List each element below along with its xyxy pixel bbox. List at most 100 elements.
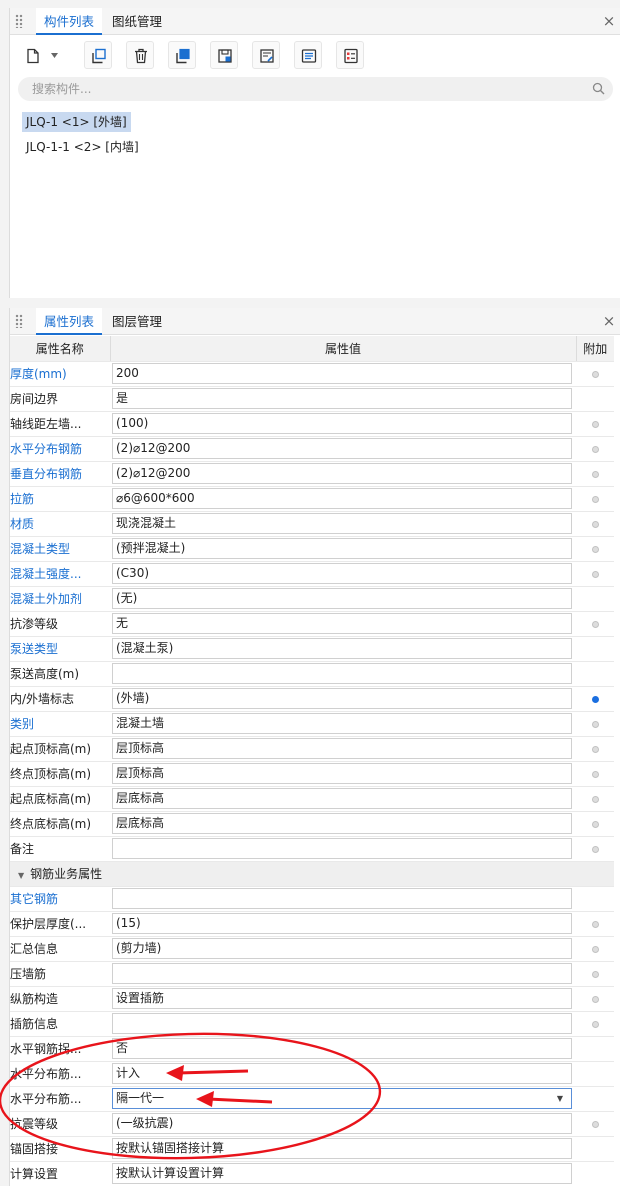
extract-button[interactable] — [252, 41, 280, 69]
extra-checkbox[interactable] — [591, 770, 599, 778]
tab-drawing-management[interactable]: 图纸管理 — [104, 8, 170, 35]
column-header-extra: 附加 — [576, 336, 614, 362]
property-value-field[interactable]: 200 — [112, 363, 572, 384]
property-value-field[interactable]: 是 — [112, 388, 572, 409]
search-input[interactable] — [30, 80, 570, 98]
extra-checkbox[interactable] — [591, 1120, 599, 1128]
property-value-field[interactable]: 层顶标高 — [112, 763, 572, 784]
property-value-field[interactable]: (预拌混凝土) — [112, 538, 572, 559]
extra-checkbox[interactable] — [591, 970, 599, 978]
chevron-down-icon[interactable]: ▼ — [557, 1089, 563, 1108]
property-value-dropdown[interactable]: 隔一代一 ▼ — [112, 1088, 572, 1109]
property-value-field[interactable]: (15) — [112, 913, 572, 934]
group-row-rebar[interactable]: ▼ 钢筋业务属性 — [10, 861, 614, 887]
new-file-icon — [27, 48, 39, 64]
extra-checkbox[interactable] — [591, 545, 599, 553]
extra-checkbox[interactable] — [591, 845, 599, 853]
property-name: 水平分布钢筋 — [10, 436, 110, 462]
property-value-field[interactable]: 层底标高 — [112, 788, 572, 809]
extra-checkbox[interactable] — [591, 445, 599, 453]
save-template-button[interactable] — [210, 41, 238, 69]
table-row: 保护层厚度(... (15) — [10, 911, 614, 937]
collapse-caret-icon[interactable]: ▼ — [18, 871, 24, 880]
search-icon[interactable] — [592, 82, 605, 95]
property-value-field[interactable]: (2)⌀12@200 — [112, 438, 572, 459]
extra-checkbox[interactable] — [591, 420, 599, 428]
property-name: 内/外墙标志 — [10, 686, 110, 712]
extra-checkbox[interactable] — [591, 470, 599, 478]
extra-checkbox[interactable] — [591, 820, 599, 828]
property-value-field[interactable]: 按默认锚固搭接计算 — [112, 1138, 572, 1159]
property-value-field[interactable]: (外墙) — [112, 688, 572, 709]
tab-component-list[interactable]: 构件列表 — [36, 8, 103, 35]
property-name: 抗震等级 — [10, 1111, 110, 1137]
property-value-field[interactable] — [112, 663, 572, 684]
property-name: 计算设置 — [10, 1161, 110, 1186]
table-row: 锚固搭接 按默认锚固搭接计算 — [10, 1136, 614, 1162]
property-value-field[interactable]: ⌀6@600*600 — [112, 488, 572, 509]
property-name: 终点底标高(m) — [10, 811, 110, 837]
property-value-field[interactable]: 设置插筋 — [112, 988, 572, 1009]
property-name: 插筋信息 — [10, 1011, 110, 1037]
table-row: 混凝土强度... (C30) — [10, 561, 614, 587]
property-name: 混凝土类型 — [10, 536, 110, 562]
property-value-field[interactable]: 否 — [112, 1038, 572, 1059]
property-value-field[interactable] — [112, 1013, 572, 1034]
table-row: 房间边界是 — [10, 386, 614, 412]
property-value-field[interactable]: (剪力墙) — [112, 938, 572, 959]
table-row: 拉筋 ⌀6@600*600 — [10, 486, 614, 512]
extra-checkbox[interactable] — [591, 920, 599, 928]
extra-checkbox-checked[interactable] — [591, 695, 599, 703]
component-search[interactable] — [18, 77, 613, 101]
tab-property-list[interactable]: 属性列表 — [36, 308, 103, 335]
property-value-field[interactable]: 现浇混凝土 — [112, 513, 572, 534]
tab-layer-management[interactable]: 图层管理 — [104, 308, 170, 335]
extra-checkbox[interactable] — [591, 620, 599, 628]
property-value-field[interactable]: 层顶标高 — [112, 738, 572, 759]
property-value-field[interactable]: 按默认计算设置计算 — [112, 1163, 572, 1184]
property-name: 抗渗等级 — [10, 611, 110, 637]
property-value-field[interactable]: (一级抗震) — [112, 1113, 572, 1134]
filter-button[interactable] — [336, 41, 364, 69]
property-value-field[interactable]: (无) — [112, 588, 572, 609]
extra-checkbox[interactable] — [591, 720, 599, 728]
extra-checkbox[interactable] — [591, 1020, 599, 1028]
property-name: 水平分布筋... — [10, 1061, 110, 1087]
new-component-button[interactable] — [18, 41, 62, 69]
drag-handle-icon[interactable] — [15, 314, 23, 328]
extra-checkbox[interactable] — [591, 570, 599, 578]
copy-to-floor-button[interactable] — [168, 41, 196, 69]
extra-checkbox[interactable] — [591, 995, 599, 1003]
property-value-field[interactable] — [112, 888, 572, 909]
table-row: 混凝土类型 (预拌混凝土) — [10, 536, 614, 562]
copy-button[interactable] — [84, 41, 112, 69]
property-value-field[interactable]: (2)⌀12@200 — [112, 463, 572, 484]
property-value-field[interactable]: 计入 — [112, 1063, 572, 1084]
property-value-field[interactable] — [112, 838, 572, 859]
property-value-field[interactable]: 层底标高 — [112, 813, 572, 834]
extra-checkbox[interactable] — [591, 495, 599, 503]
property-value-field[interactable]: (100) — [112, 413, 572, 434]
property-value-field[interactable]: (C30) — [112, 563, 572, 584]
property-value-field[interactable]: (混凝土泵) — [112, 638, 572, 659]
delete-button[interactable] — [126, 41, 154, 69]
list-item-jlq-1-1[interactable]: JLQ-1-1 <2> [内墙] — [22, 137, 143, 157]
close-icon[interactable]: × — [602, 12, 616, 30]
table-row: 起点顶标高(m) 层顶标高 — [10, 736, 614, 762]
table-row: 终点底标高(m) 层底标高 — [10, 811, 614, 837]
properties-button[interactable] — [294, 41, 322, 69]
list-item-jlq-1[interactable]: JLQ-1 <1> [外墙] — [22, 112, 131, 132]
extra-checkbox[interactable] — [591, 520, 599, 528]
close-icon[interactable]: × — [602, 312, 616, 330]
extra-checkbox[interactable] — [591, 745, 599, 753]
extra-checkbox[interactable] — [591, 945, 599, 953]
property-value-field[interactable]: 无 — [112, 613, 572, 634]
property-value-field[interactable] — [112, 963, 572, 984]
table-row: 混凝土外加剂 (无) — [10, 586, 614, 612]
property-name: 厚度(mm) — [10, 361, 110, 387]
drag-handle-icon[interactable] — [15, 14, 23, 28]
table-row: 抗震等级 (一级抗震) — [10, 1111, 614, 1137]
extra-checkbox[interactable] — [591, 370, 599, 378]
extra-checkbox[interactable] — [591, 795, 599, 803]
property-value-field[interactable]: 混凝土墙 — [112, 713, 572, 734]
